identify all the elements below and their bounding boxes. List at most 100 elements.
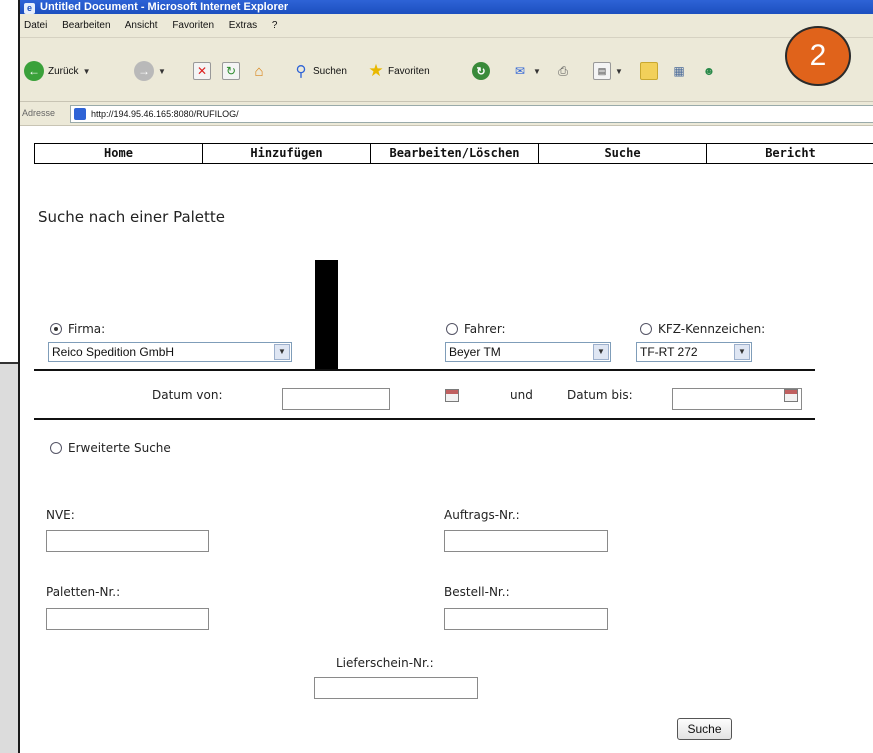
- folder-button[interactable]: [640, 60, 658, 82]
- nav-suche[interactable]: Suche: [539, 144, 707, 163]
- fahrer-label: Fahrer:: [464, 322, 506, 336]
- erweiterte-suche-label: Erweiterte Suche: [68, 441, 171, 455]
- nve-input[interactable]: [46, 530, 209, 552]
- datum-von-label: Datum von:: [152, 388, 223, 402]
- calendar-icon[interactable]: [445, 389, 459, 402]
- lieferschein-nr-input[interactable]: [314, 677, 478, 699]
- lieferschein-nr-label: Lieferschein-Nr.:: [336, 656, 434, 670]
- black-bar: [315, 260, 338, 370]
- star-icon: ★: [368, 61, 384, 80]
- window-title: Untitled Document - Microsoft Internet E…: [40, 1, 289, 13]
- print-button[interactable]: ⎙: [554, 60, 572, 82]
- stop-icon: ✕: [193, 62, 211, 80]
- step-badge: 2: [785, 26, 851, 86]
- firma-label: Firma:: [68, 322, 106, 336]
- radio-checked-icon: [50, 323, 62, 335]
- datum-von-input[interactable]: [282, 388, 390, 410]
- bestell-nr-input[interactable]: [444, 608, 608, 630]
- kfz-label: KFZ-Kennzeichen:: [658, 322, 766, 336]
- menu-help[interactable]: ?: [272, 20, 278, 31]
- background-window-fragment: [0, 362, 20, 753]
- nav-bericht[interactable]: Bericht: [707, 144, 873, 163]
- nav-hinzufuegen[interactable]: Hinzufügen: [203, 144, 371, 163]
- back-label: Zurück: [48, 65, 79, 77]
- refresh-icon: ↻: [222, 62, 240, 80]
- firma-select[interactable]: Reico Spedition GmbH ▼: [48, 342, 292, 362]
- divider-line: [34, 418, 815, 420]
- folder-icon: [640, 62, 658, 80]
- und-label: und: [510, 388, 533, 402]
- menu-ansicht[interactable]: Ansicht: [125, 20, 158, 31]
- title-bar: e Untitled Document - Microsoft Internet …: [20, 0, 873, 14]
- edit-button[interactable]: ▤ ▼: [593, 60, 623, 82]
- address-bar: Adresse http://194.95.46.165:8080/RUFILO…: [20, 102, 873, 126]
- messenger-icon: ☻: [702, 64, 716, 78]
- kfz-value: TF-RT 272: [640, 345, 698, 359]
- fahrer-value: Beyer TM: [449, 345, 501, 359]
- search-icon: ⚲: [295, 63, 307, 80]
- messenger-button[interactable]: ☻: [700, 60, 718, 82]
- forward-button[interactable]: → ▼: [134, 60, 166, 82]
- address-url: http://194.95.46.165:8080/RUFILOG/: [91, 109, 239, 119]
- browser-window: e Untitled Document - Microsoft Internet …: [18, 0, 873, 753]
- favorites-label: Favoriten: [388, 65, 430, 77]
- auftrags-nr-input[interactable]: [444, 530, 608, 552]
- print-icon: ⎙: [558, 63, 568, 78]
- chevron-down-icon: ▼: [274, 344, 290, 360]
- history-icon: ↻: [472, 62, 490, 80]
- divider-line: [34, 369, 815, 371]
- paletten-nr-label: Paletten-Nr.:: [46, 585, 121, 599]
- firma-value: Reico Spedition GmbH: [52, 345, 175, 359]
- nav-bearbeiten-loeschen[interactable]: Bearbeiten/Löschen: [371, 144, 539, 163]
- menu-bearbeiten[interactable]: Bearbeiten: [62, 20, 110, 31]
- page-title: Suche nach einer Palette: [38, 208, 226, 226]
- calendar-icon[interactable]: [784, 389, 798, 402]
- address-input[interactable]: http://194.95.46.165:8080/RUFILOG/: [70, 105, 873, 123]
- mail-icon: ✉: [514, 64, 526, 78]
- stop-button[interactable]: ✕: [193, 60, 211, 82]
- datum-bis-input[interactable]: [672, 388, 802, 410]
- nav-home[interactable]: Home: [35, 144, 203, 163]
- radio-unchecked-icon: [446, 323, 458, 335]
- radio-unchecked-icon: [640, 323, 652, 335]
- datum-bis-label: Datum bis:: [567, 388, 633, 402]
- menu-favoriten[interactable]: Favoriten: [172, 20, 214, 31]
- kfz-radio[interactable]: KFZ-Kennzeichen:: [640, 322, 765, 336]
- toolbar: ← Zurück ▼ → ▼ ✕ ↻ ⌂ ⚲ Suchen ★ Favorite…: [20, 38, 873, 102]
- firma-radio[interactable]: Firma:: [50, 322, 105, 336]
- chevron-down-icon: ▼: [734, 344, 750, 360]
- research-button[interactable]: ▦: [670, 60, 688, 82]
- fahrer-select[interactable]: Beyer TM ▼: [445, 342, 611, 362]
- nve-label: NVE:: [46, 508, 75, 522]
- paletten-nr-input[interactable]: [46, 608, 209, 630]
- kfz-select[interactable]: TF-RT 272 ▼: [636, 342, 752, 362]
- auftrags-nr-label: Auftrags-Nr.:: [444, 508, 520, 522]
- page-icon: [74, 108, 86, 120]
- nav-bar: Home Hinzufügen Bearbeiten/Löschen Suche…: [34, 143, 873, 164]
- mail-button[interactable]: ✉ ▼: [511, 60, 541, 82]
- chevron-down-icon: ▼: [533, 66, 541, 76]
- menu-datei[interactable]: Datei: [24, 20, 47, 31]
- home-button[interactable]: ⌂: [250, 60, 268, 82]
- forward-arrow-icon: →: [134, 61, 154, 81]
- research-icon: ▦: [673, 64, 685, 78]
- fahrer-radio[interactable]: Fahrer:: [446, 322, 506, 336]
- radio-unchecked-icon: [50, 442, 62, 454]
- ie-logo-icon: e: [24, 3, 35, 14]
- address-label: Adresse: [22, 108, 56, 118]
- chevron-down-icon: ▼: [593, 344, 609, 360]
- history-button[interactable]: ↻: [472, 60, 490, 82]
- home-icon: ⌂: [254, 62, 264, 80]
- bestell-nr-label: Bestell-Nr.:: [444, 585, 510, 599]
- chevron-down-icon: ▼: [615, 66, 623, 76]
- back-arrow-icon: ←: [24, 61, 44, 81]
- menu-extras[interactable]: Extras: [229, 20, 257, 31]
- search-button[interactable]: ⚲ Suchen: [292, 60, 347, 82]
- chevron-down-icon: ▼: [82, 66, 91, 76]
- refresh-button[interactable]: ↻: [222, 60, 240, 82]
- suche-button[interactable]: Suche: [677, 718, 732, 740]
- back-button[interactable]: ← Zurück ▼: [24, 60, 90, 82]
- erweiterte-suche-radio[interactable]: Erweiterte Suche: [50, 441, 171, 455]
- favorites-button[interactable]: ★ Favoriten: [367, 60, 430, 82]
- edit-icon: ▤: [593, 62, 611, 80]
